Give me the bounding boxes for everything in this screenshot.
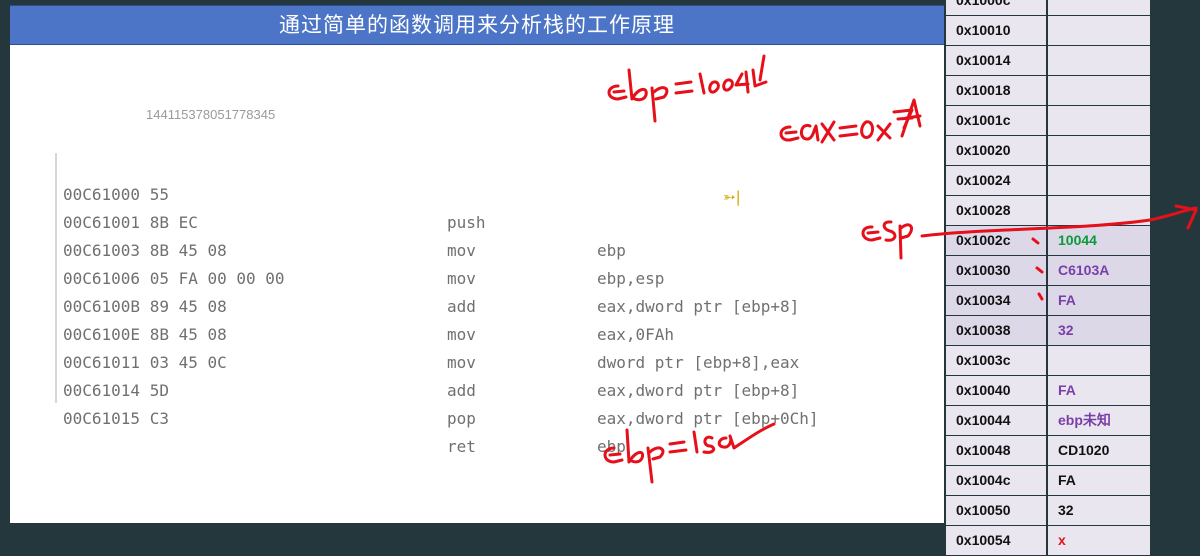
stack-address: 0x10024 xyxy=(946,166,1046,195)
stack-row: 0x1000c xyxy=(946,0,1150,15)
stack-address: 0x10044 xyxy=(946,406,1046,435)
stack-row: 0x10018 xyxy=(946,76,1150,105)
stack-row: 0x10048 CD1020 xyxy=(946,436,1150,465)
stack-address: 0x10018 xyxy=(946,76,1046,105)
stack-row: 0x10040 FA xyxy=(946,376,1150,405)
code-row: 00C61003 8B 45 08 mov eax,dword ptr [ebp… xyxy=(63,209,799,316)
stack-row: 0x10024 xyxy=(946,166,1150,195)
stack-value xyxy=(1048,46,1150,75)
stack-value xyxy=(1048,16,1150,45)
stack-value: ebp未知 xyxy=(1048,406,1150,435)
stack-address: 0x10048 xyxy=(946,436,1046,465)
stack-value: 32 xyxy=(1048,316,1150,345)
code-operands: eax,dword ptr [ebp+0Ch] xyxy=(597,409,819,428)
code-opcode: pop xyxy=(447,409,476,428)
code-operands: ebp xyxy=(597,241,626,260)
stack-row: 0x1002c 10044 xyxy=(946,226,1150,255)
code-row: 00C6100E 8B 45 08 mov eax,dword ptr [ebp… xyxy=(63,293,799,400)
slide: 通过简单的函数调用来分析栈的工作原理 144115378051778345 00… xyxy=(10,5,944,523)
slide-title: 通过简单的函数调用来分析栈的工作原理 xyxy=(10,5,944,45)
stack-address: 0x10030 xyxy=(946,256,1046,285)
stack-value xyxy=(1048,166,1150,195)
stack-row: 0x10034 FA xyxy=(946,286,1150,315)
stack-row: 0x10014 xyxy=(946,46,1150,75)
stack-row: 0x1001c xyxy=(946,106,1150,135)
stack-row: 0x10050 32 xyxy=(946,496,1150,525)
stack-value xyxy=(1048,0,1150,15)
code-row: 00C61014 5D pop ebp xyxy=(63,349,626,456)
code-operands: eax,dword ptr [ebp+8] xyxy=(597,381,800,400)
stack-address: 0x10040 xyxy=(946,376,1046,405)
code-row: 00C61015 C3 ret xyxy=(63,377,476,456)
code-operands: eax,0FAh xyxy=(597,325,675,344)
code-opcode: mov xyxy=(447,325,476,344)
reference-number: 144115378051778345 xyxy=(146,107,276,122)
stack-value: FA xyxy=(1048,466,1150,495)
code-row: 00C61006 05 FA 00 00 00 add eax,0FAh xyxy=(63,237,674,344)
stack-value: FA xyxy=(1048,286,1150,315)
stack-address: 0x10034 xyxy=(946,286,1046,315)
code-operands: ebp xyxy=(597,437,626,456)
stack-value: CD1020 xyxy=(1048,436,1150,465)
code-row: 00C6100B 89 45 08 mov dword ptr [ebp+8],… xyxy=(63,265,799,372)
stack-row: 0x1004c FA xyxy=(946,466,1150,495)
stack-memory-table: 0x1000c 0x10010 0x10014 0x10018 0x1001c 0x100… xyxy=(946,0,1150,556)
code-row: 00C61011 03 45 0C add eax,dword ptr [ebp… xyxy=(63,321,819,428)
stack-address: 0x1000c xyxy=(946,0,1046,15)
code-row: 00C61000 55 push ebp xyxy=(63,153,626,260)
code-operands: dword ptr [ebp+8],eax xyxy=(597,353,800,372)
disassembly-listing: 00C61000 55 push ebp 00C61001 8B EC mov … xyxy=(55,153,917,456)
stack-address: 0x10028 xyxy=(946,196,1046,225)
stack-address: 0x1004c xyxy=(946,466,1046,495)
stack-address: 0x1003c xyxy=(946,346,1046,375)
stack-value xyxy=(1048,196,1150,225)
stack-value: C6103A xyxy=(1048,256,1150,285)
stack-row: 0x10044 ebp未知 xyxy=(946,406,1150,435)
stack-row: 0x10020 xyxy=(946,136,1150,165)
stack-address: 0x10010 xyxy=(946,16,1046,45)
stack-value xyxy=(1048,346,1150,375)
code-opcode: mov xyxy=(447,241,476,260)
code-opcode: push xyxy=(447,213,486,232)
stack-value: 32 xyxy=(1048,496,1150,525)
stack-row: 0x1003c xyxy=(946,346,1150,375)
stack-address: 0x10038 xyxy=(946,316,1046,345)
stack-address: 0x10020 xyxy=(946,136,1046,165)
code-operands: eax,dword ptr [ebp+8] xyxy=(597,297,800,316)
stack-value: 10044 xyxy=(1048,226,1150,255)
code-opcode: ret xyxy=(447,437,476,456)
stack-row: 0x10030 C6103A xyxy=(946,256,1150,285)
arrow-right-icon: ➳| xyxy=(723,188,741,206)
code-row: 00C61001 8B EC mov ebp,esp xyxy=(63,181,664,288)
stack-address: 0x10050 xyxy=(946,496,1046,525)
stack-value xyxy=(1048,76,1150,105)
stack-address: 0x1002c xyxy=(946,226,1046,255)
code-opcode: add xyxy=(447,381,476,400)
stack-value xyxy=(1048,136,1150,165)
code-address: 00C61015 C3 xyxy=(63,409,169,428)
code-operands: ebp,esp xyxy=(597,269,665,288)
stack-value: FA xyxy=(1048,376,1150,405)
stack-address: 0x1001c xyxy=(946,106,1046,135)
stack-address: 0x10014 xyxy=(946,46,1046,75)
code-opcode: add xyxy=(447,297,476,316)
code-opcode: mov xyxy=(447,353,476,372)
code-opcode: mov xyxy=(447,269,476,288)
stack-value xyxy=(1048,106,1150,135)
stack-row: 0x10010 xyxy=(946,16,1150,45)
stack-row: 0x10038 32 xyxy=(946,316,1150,345)
stack-row: 0x10028 xyxy=(946,196,1150,225)
